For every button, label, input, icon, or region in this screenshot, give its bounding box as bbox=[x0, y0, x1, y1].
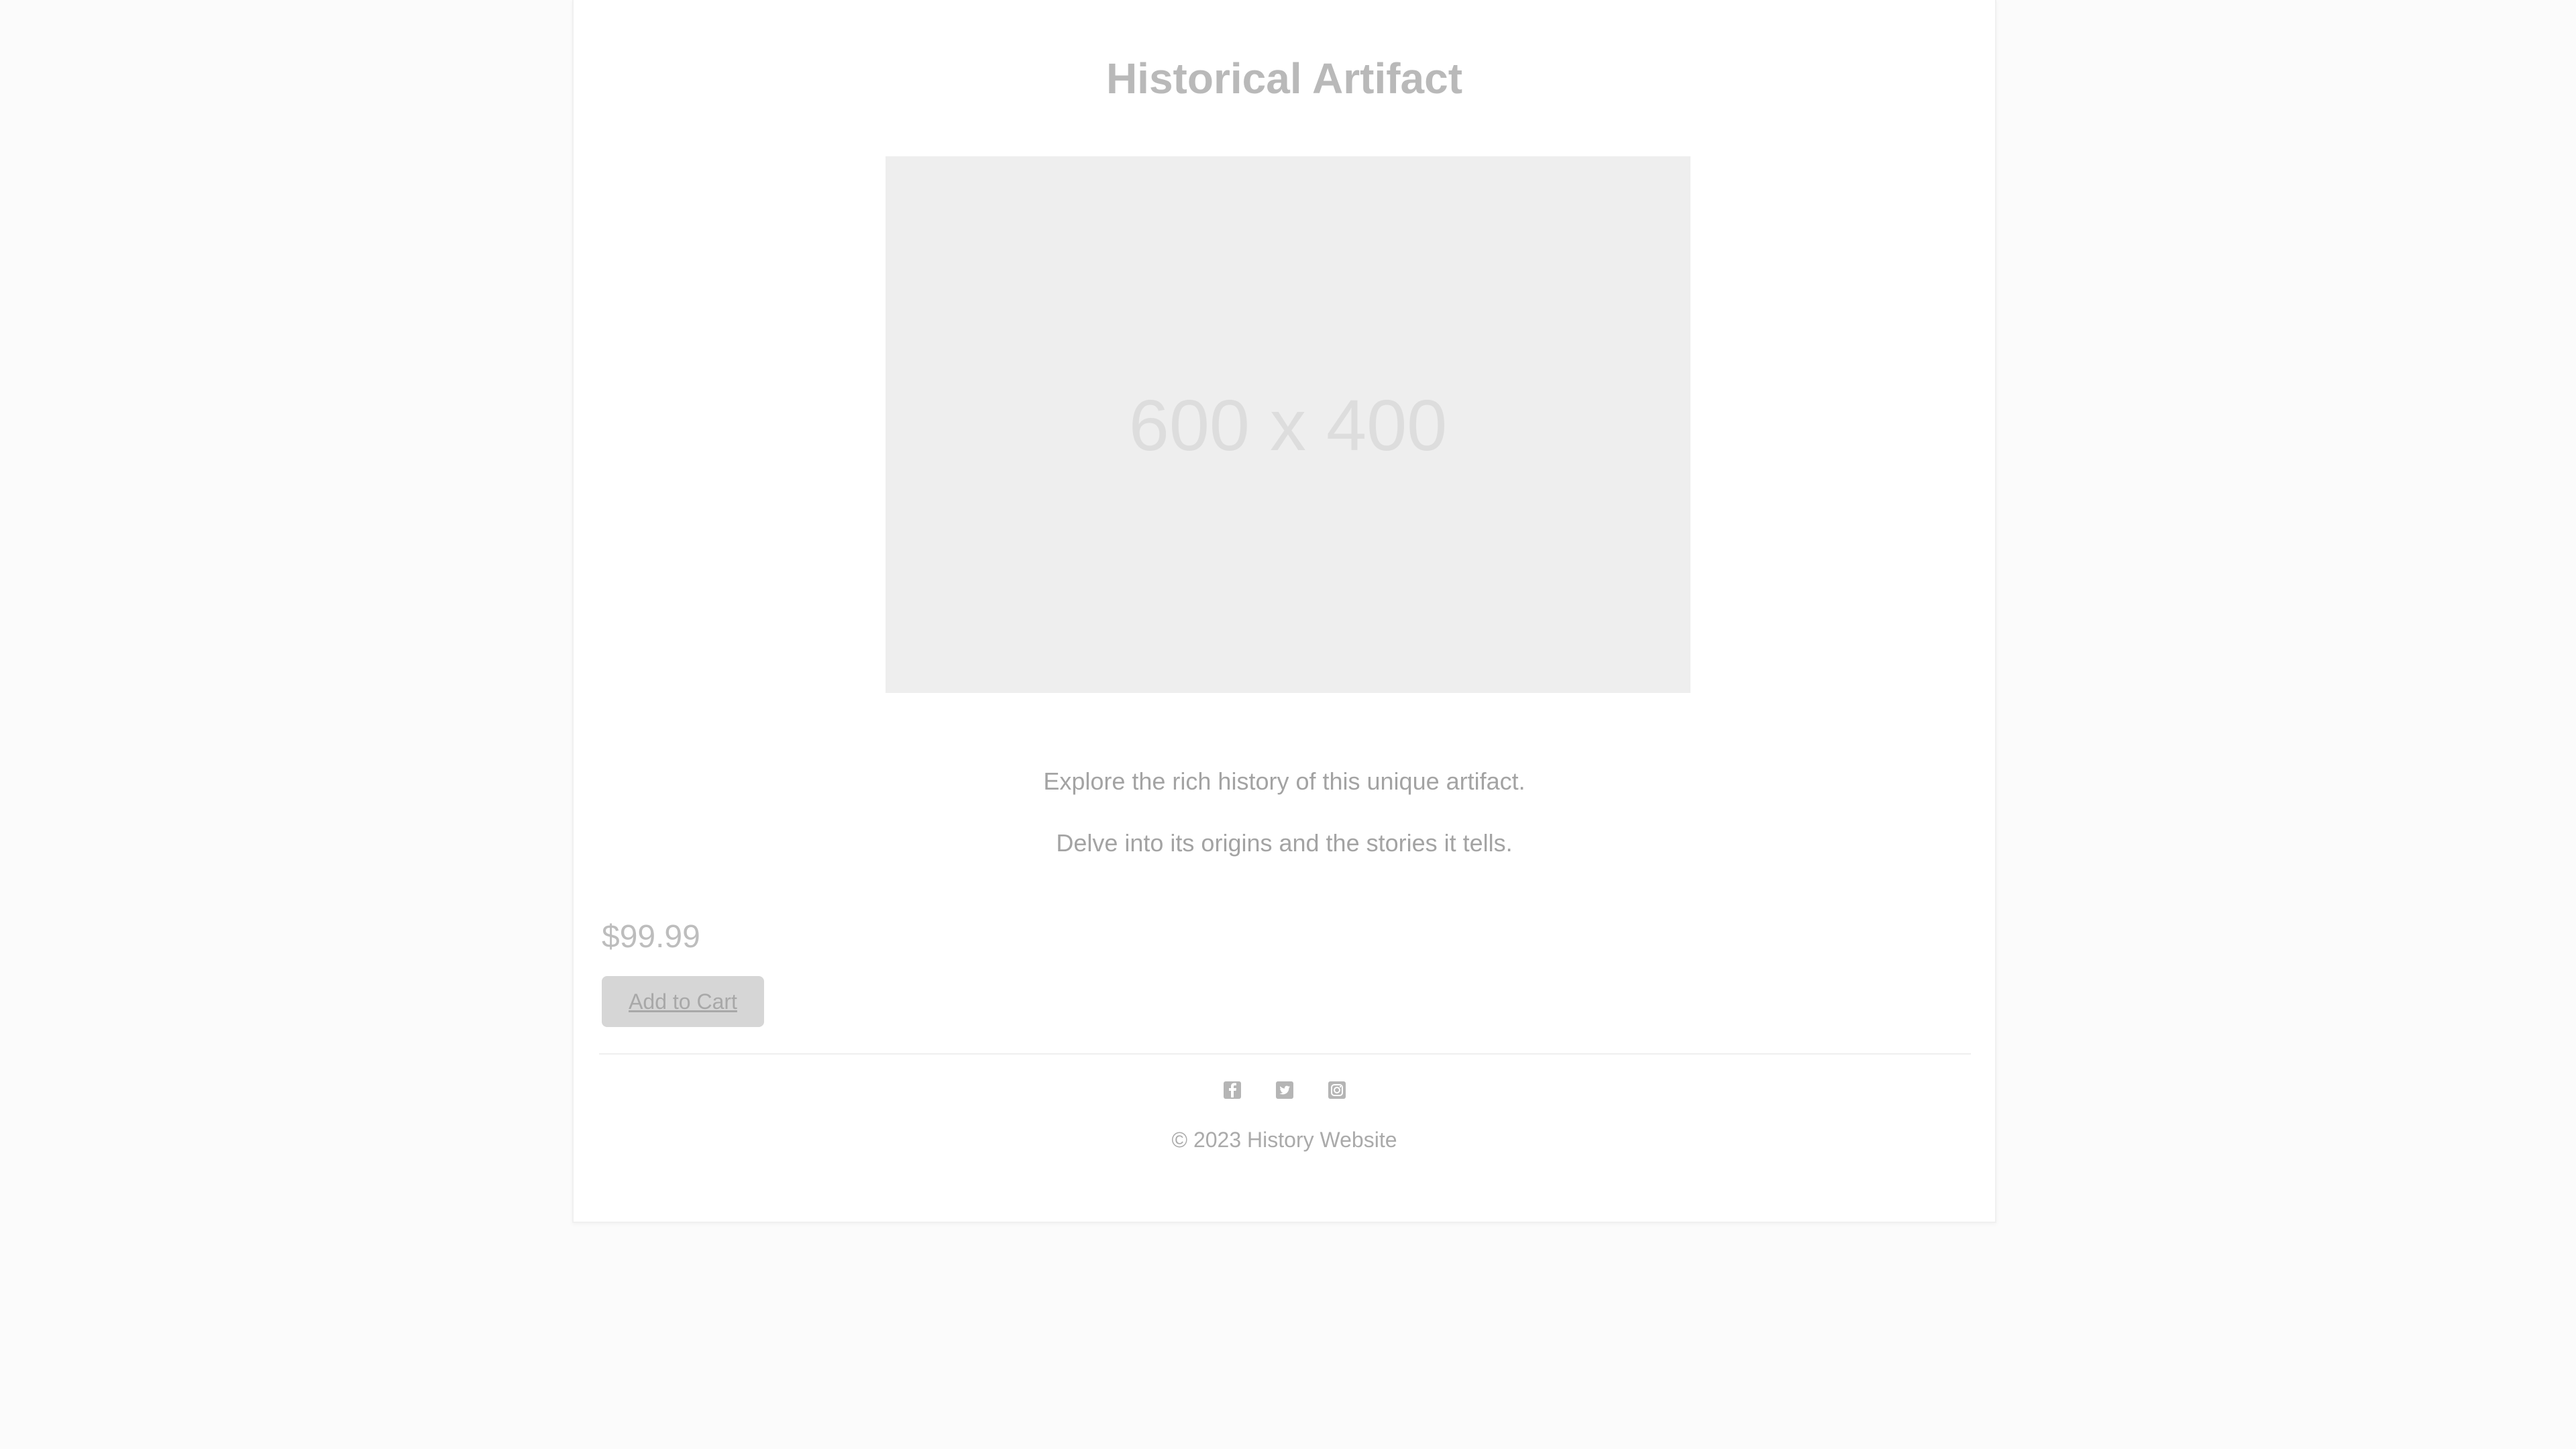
social-links bbox=[574, 1080, 1995, 1100]
footer-divider bbox=[599, 1053, 1971, 1055]
page-title: Historical Artifact bbox=[1106, 54, 1463, 103]
facebook-icon[interactable] bbox=[1222, 1080, 1242, 1100]
product-image: 600 x 400 bbox=[885, 156, 1690, 693]
image-placeholder-label: 600 x 400 bbox=[1128, 384, 1448, 466]
product-card: Historical Artifact 600 x 400 Explore th… bbox=[572, 0, 1996, 1223]
instagram-icon[interactable] bbox=[1327, 1080, 1347, 1100]
description-line-2: Delve into its origins and the stories i… bbox=[1056, 829, 1513, 857]
description-line-1: Explore the rich history of this unique … bbox=[1043, 767, 1525, 795]
add-to-cart-button[interactable]: Add to Cart bbox=[602, 976, 764, 1027]
price-label: $99.99 bbox=[602, 919, 700, 955]
copyright-text: © 2023 History Website bbox=[1171, 1128, 1397, 1152]
twitter-icon[interactable] bbox=[1275, 1080, 1295, 1100]
